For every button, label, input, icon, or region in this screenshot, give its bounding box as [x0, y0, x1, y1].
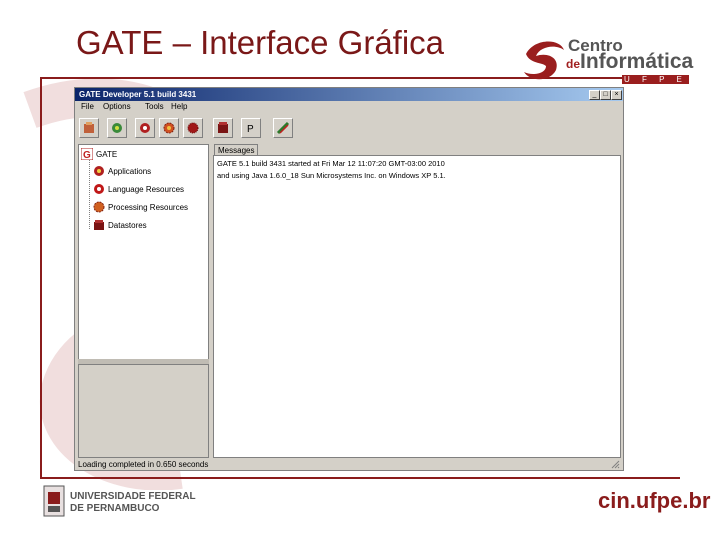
- tree-item-label: Datastores: [108, 220, 147, 230]
- window-title: GATE Developer 5.1 build 3431: [79, 90, 197, 99]
- gate-logo-icon: G: [80, 147, 94, 161]
- toolbar: P: [75, 116, 623, 142]
- processing-resources-icon: [93, 201, 105, 213]
- tree-item-processing-resources[interactable]: Processing Resources: [93, 199, 188, 215]
- university-name: UNIVERSIDADE FEDERAL DE PERNAMBUCO: [70, 491, 196, 515]
- gate-developer-window: GATE Developer 5.1 build 3431 _ □ × File…: [74, 87, 624, 471]
- message-line: GATE 5.1 build 3431 started at Fri Mar 1…: [217, 159, 445, 168]
- resize-grip-icon[interactable]: [611, 460, 620, 469]
- cin-logo-ufpe: U F P E: [622, 75, 689, 84]
- slide-title: GATE – Interface Gráfica: [76, 24, 445, 61]
- minimize-button[interactable]: _: [589, 90, 600, 100]
- cin-logo-informatica-text: Informática: [580, 50, 694, 73]
- cin-website: cin.ufpe.br: [598, 488, 711, 513]
- tree-item-applications[interactable]: Applications: [93, 163, 151, 179]
- tab-messages[interactable]: Messages: [214, 144, 258, 155]
- applications-icon: [93, 165, 105, 177]
- language-resources-icon: [93, 183, 105, 195]
- cin-logo-de: de: [566, 57, 581, 71]
- new-processing-resource-icon[interactable]: [159, 118, 179, 138]
- tree-item-gate[interactable]: G GATE: [80, 146, 118, 162]
- tree-item-label: Applications: [108, 166, 152, 176]
- close-button[interactable]: ×: [611, 90, 622, 100]
- annotation-diff-icon[interactable]: [273, 118, 293, 138]
- bottom-divider: [40, 477, 680, 479]
- ufpe-crest-icon: [43, 485, 65, 517]
- tree-item-label: GATE: [96, 149, 118, 159]
- open-datastore-icon[interactable]: P: [241, 118, 261, 138]
- resource-details-pane: [78, 364, 209, 458]
- svg-text:P: P: [247, 124, 254, 135]
- new-plugin-icon[interactable]: [183, 118, 203, 138]
- menu-help[interactable]: Help: [171, 102, 187, 111]
- left-divider: [40, 79, 42, 479]
- messages-pane: GATE 5.1 build 3431 started at Fri Mar 1…: [213, 155, 621, 458]
- datastores-icon: [93, 219, 105, 231]
- new-datastore-icon[interactable]: [213, 118, 233, 138]
- university-name-line2: DE PERNAMBUCO: [70, 503, 160, 514]
- resource-tree: G GATE Applications Language Resources P…: [78, 144, 209, 360]
- tree-item-label: Language Resources: [108, 184, 185, 194]
- svg-text:G: G: [83, 150, 91, 160]
- menu-options[interactable]: Options: [103, 102, 131, 111]
- window-titlebar[interactable]: GATE Developer 5.1 build 3431 _ □ ×: [75, 88, 623, 101]
- message-line: and using Java 1.6.0_18 Sun Microsystems…: [217, 171, 446, 180]
- tree-item-language-resources[interactable]: Language Resources: [93, 181, 184, 197]
- new-language-resource-icon[interactable]: [135, 118, 155, 138]
- new-application-icon[interactable]: [107, 118, 127, 138]
- tree-item-label: Processing Resources: [108, 202, 189, 212]
- maximize-button[interactable]: □: [600, 90, 611, 100]
- load-application-icon[interactable]: [79, 118, 99, 138]
- tree-connector: [89, 159, 91, 229]
- university-name-line1: UNIVERSIDADE FEDERAL: [70, 491, 196, 502]
- menu-tools[interactable]: Tools: [145, 102, 164, 111]
- status-bar: Loading completed in 0.650 seconds: [78, 460, 209, 469]
- menu-file[interactable]: File: [81, 102, 94, 111]
- tree-item-datastores[interactable]: Datastores: [93, 217, 147, 233]
- cin-logo-informatica: deInformática: [566, 50, 693, 74]
